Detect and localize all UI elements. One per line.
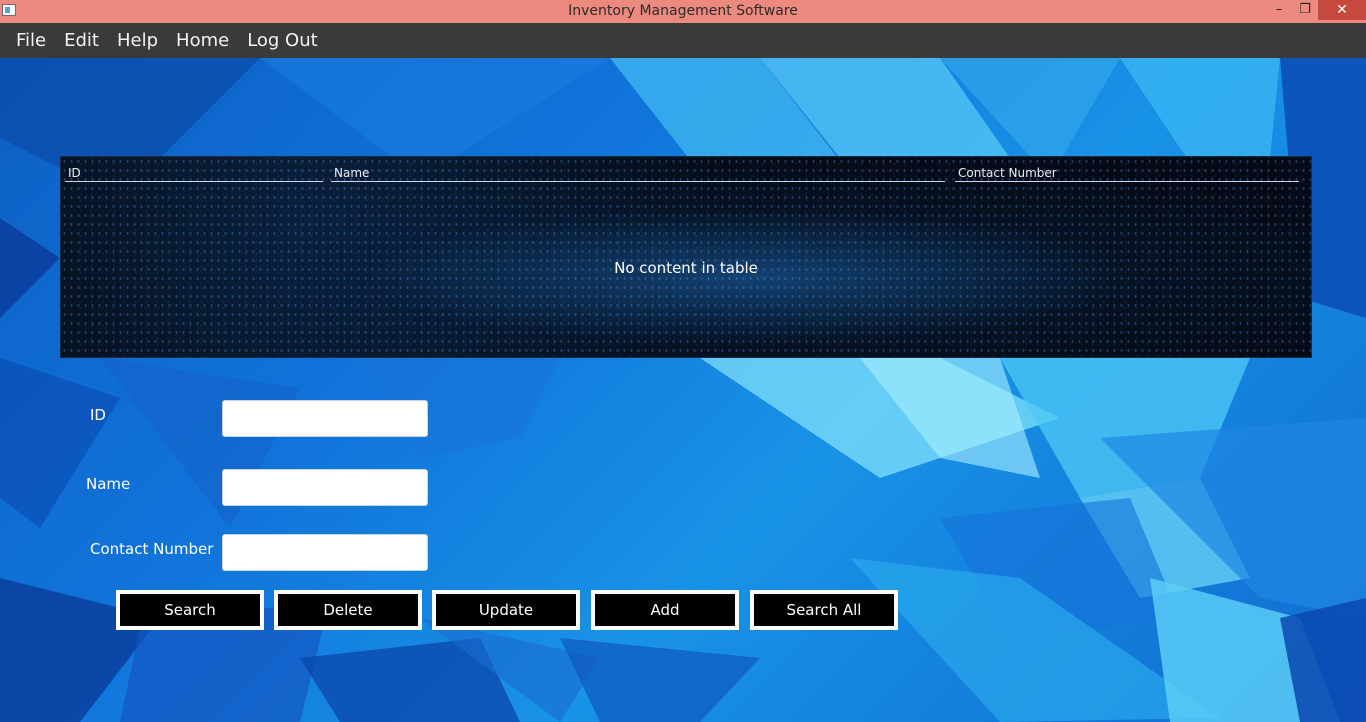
data-table[interactable]: ID Name Contact Number No content in tab… [60,156,1312,358]
table-background-texture [61,157,1311,357]
menu-help[interactable]: Help [117,30,158,51]
menu-file[interactable]: File [16,30,46,51]
contact-number-label: Contact Number [90,540,214,558]
menu-home[interactable]: Home [176,30,229,51]
name-label: Name [86,475,131,493]
add-button[interactable]: Add [591,590,739,630]
update-button[interactable]: Update [432,590,580,630]
id-label: ID [90,406,106,424]
maximize-button[interactable]: ❐ [1292,0,1318,20]
table-empty-message: No content in table [614,259,758,277]
menu-bar: File Edit Help Home Log Out [0,23,1366,58]
column-header-name[interactable]: Name [331,166,945,182]
title-bar: Inventory Management Software – ❐ ✕ [0,0,1366,23]
minimize-button[interactable]: – [1266,0,1292,20]
search-button[interactable]: Search [116,590,264,630]
menu-edit[interactable]: Edit [64,30,99,51]
window-title: Inventory Management Software [568,3,798,19]
column-header-id[interactable]: ID [65,166,323,182]
delete-button[interactable]: Delete [274,590,422,630]
contact-number-input[interactable] [222,534,428,571]
column-header-contact-number[interactable]: Contact Number [955,166,1299,182]
id-input[interactable] [222,400,428,437]
menu-log-out[interactable]: Log Out [247,30,318,51]
name-input[interactable] [222,469,428,506]
close-button[interactable]: ✕ [1318,0,1366,20]
search-all-button[interactable]: Search All [750,590,898,630]
